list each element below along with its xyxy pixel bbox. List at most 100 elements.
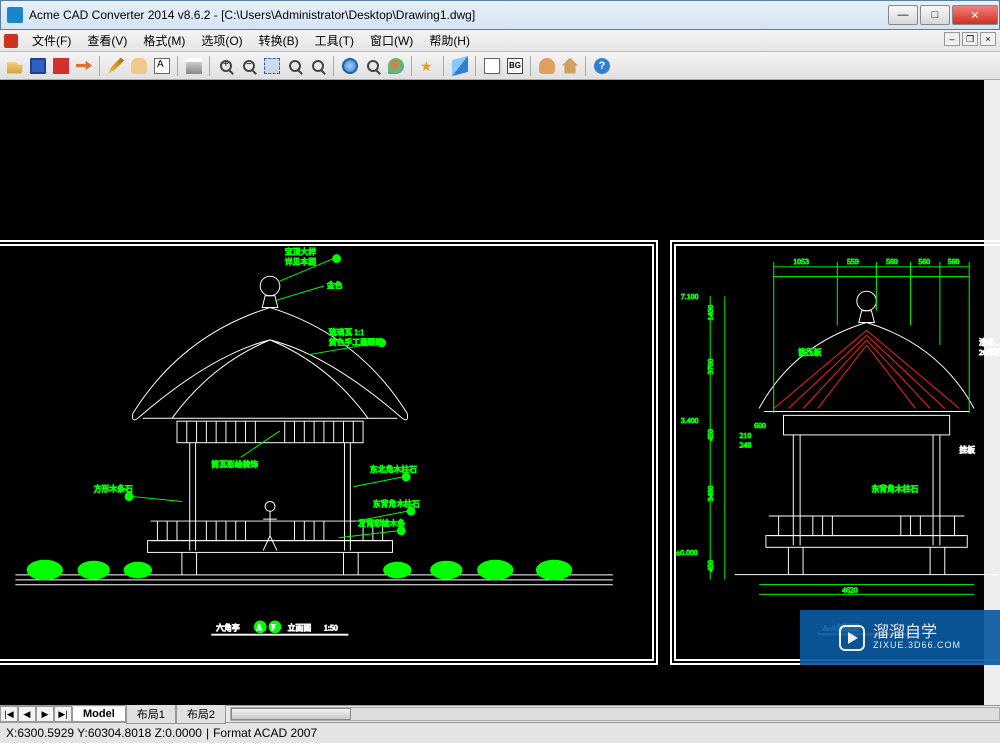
separator [411, 56, 413, 76]
home-button[interactable] [559, 55, 581, 77]
svg-text:F: F [271, 623, 276, 632]
toolbar: ★ BG ? [0, 52, 1000, 80]
zoom-window-icon [264, 58, 280, 74]
tab-layout1[interactable]: 布局1 [126, 705, 176, 724]
svg-text:20厚防水砂浆1:2水泥砂浆: 20厚防水砂浆1:2水泥砂浆 [979, 347, 1000, 357]
elevation-drawing: 宝顶大样 详见本图 金色 琉璃瓦 1:1 黄色手工画眼睛 筒瓦彩绘装饰 东北角木… [0, 246, 652, 659]
page-button[interactable] [481, 55, 503, 77]
menu-view[interactable]: 查看(V) [79, 30, 135, 51]
scroll-thumb[interactable] [231, 708, 351, 720]
drawing-frame-left: 宝顶大样 详见本图 金色 琉璃瓦 1:1 黄色手工画眼睛 筒瓦彩绘装饰 东北角木… [0, 240, 658, 665]
mdi-minimize[interactable]: – [944, 32, 960, 46]
close-button[interactable]: ✕ [952, 5, 998, 25]
layers-icon [452, 55, 468, 75]
menu-convert[interactable]: 转换(B) [251, 30, 307, 51]
help-icon: ? [594, 58, 610, 74]
menu-options[interactable]: 选项(O) [193, 30, 250, 51]
globe-button[interactable] [339, 55, 361, 77]
svg-text:3400: 3400 [706, 486, 715, 502]
status-sep: | [206, 726, 209, 740]
separator [530, 56, 532, 76]
separator [443, 56, 445, 76]
menu-file[interactable]: 文件(F) [24, 30, 79, 51]
export-pdf-button[interactable] [50, 55, 72, 77]
label: 东背角木柱石 [373, 498, 420, 508]
svg-text:1053: 1053 [793, 257, 809, 266]
print-button[interactable] [183, 55, 205, 77]
pan-button[interactable] [128, 55, 150, 77]
palette-button[interactable] [385, 55, 407, 77]
edit-button[interactable] [105, 55, 127, 77]
svg-text:600: 600 [754, 421, 766, 430]
print-icon [186, 58, 202, 74]
zoom-window-button[interactable] [261, 55, 283, 77]
tab-nav-prev[interactable]: ◀ [18, 706, 36, 722]
tab-layout2[interactable]: 布局2 [176, 705, 226, 724]
status-coords: X:6300.5929 Y:60304.8018 Z:0.0000 [6, 726, 202, 740]
svg-text:560: 560 [886, 257, 898, 266]
tab-nav-first[interactable]: |◀ [0, 706, 18, 722]
svg-text:1400: 1400 [706, 305, 715, 321]
export-img-button[interactable] [73, 55, 95, 77]
menu-tools[interactable]: 工具(T) [307, 30, 362, 51]
home-icon [562, 58, 578, 74]
svg-text:210: 210 [740, 431, 752, 440]
find-button[interactable] [362, 55, 384, 77]
zoom-out-button[interactable] [238, 55, 260, 77]
svg-text:3.400: 3.400 [681, 416, 699, 425]
status-format: Format ACAD 2007 [213, 726, 317, 740]
text-icon [154, 58, 170, 74]
separator [585, 56, 587, 76]
tab-model[interactable]: Model [72, 707, 126, 722]
text-button[interactable] [151, 55, 173, 77]
watermark: 溜溜自学 ZIXUE.3D66.COM [800, 610, 1000, 665]
svg-text:450: 450 [706, 560, 715, 572]
save-button[interactable] [27, 55, 49, 77]
tab-nav-last[interactable]: ▶| [54, 706, 72, 722]
label: 详见本图 [285, 256, 316, 266]
zoom-extents-button[interactable] [284, 55, 306, 77]
palette-icon [388, 58, 404, 74]
separator [99, 56, 101, 76]
favorite-button[interactable]: ★ [417, 55, 439, 77]
watermark-brand: 溜溜自学 [873, 624, 961, 642]
drawing-frame-right: 1053 559 560 560 560 7.100 1400 3700 3.4… [670, 240, 1000, 665]
drawing-canvas[interactable]: 宝顶大样 详见本图 金色 琉璃瓦 1:1 黄色手工画眼睛 筒瓦彩绘装饰 东北角木… [0, 80, 1000, 705]
label: 方形木条石 [94, 484, 133, 494]
svg-text:A: A [256, 623, 262, 632]
horizontal-scrollbar[interactable] [230, 707, 1000, 721]
save-icon [30, 58, 46, 74]
zoom-in-button[interactable] [215, 55, 237, 77]
minimize-button[interactable]: — [888, 5, 918, 25]
background-button[interactable]: BG [504, 55, 526, 77]
open-button[interactable] [4, 55, 26, 77]
mdi-close[interactable]: × [980, 32, 996, 46]
zoom-realtime-button[interactable] [307, 55, 329, 77]
label: 发背彩绘木条 [358, 518, 405, 528]
svg-text:560: 560 [918, 257, 930, 266]
tab-nav-next[interactable]: ▶ [36, 706, 54, 722]
user-button[interactable] [536, 55, 558, 77]
window-controls: — □ ✕ [887, 4, 999, 26]
label: 黄色手工画眼睛 [329, 337, 384, 347]
layout-tabs: |◀ ◀ ▶ ▶| Model 布局1 布局2 [0, 705, 1000, 723]
drawing-title: 六角亭 [216, 623, 240, 633]
pencil-icon [108, 58, 124, 74]
section-drawing: 1053 559 560 560 560 7.100 1400 3700 3.4… [676, 246, 1000, 659]
globe-icon [342, 58, 358, 74]
layers-button[interactable] [449, 55, 471, 77]
mdi-restore[interactable]: ❐ [962, 32, 978, 46]
zoom-extents-icon [289, 60, 301, 72]
separator [475, 56, 477, 76]
menu-format[interactable]: 格式(M) [135, 30, 193, 51]
statusbar: X:6300.5929 Y:60304.8018 Z:0.0000 | Form… [0, 723, 1000, 743]
menubar: 文件(F) 查看(V) 格式(M) 选项(O) 转换(B) 工具(T) 窗口(W… [0, 30, 1000, 52]
user-icon [539, 58, 555, 74]
maximize-button[interactable]: □ [920, 5, 950, 25]
menu-window[interactable]: 窗口(W) [362, 30, 421, 51]
zoom-in-icon [220, 60, 232, 72]
label: 金色 [327, 280, 343, 290]
menu-help[interactable]: 帮助(H) [421, 30, 478, 51]
help-button[interactable]: ? [591, 55, 613, 77]
mdi-controls: – ❐ × [944, 32, 996, 46]
